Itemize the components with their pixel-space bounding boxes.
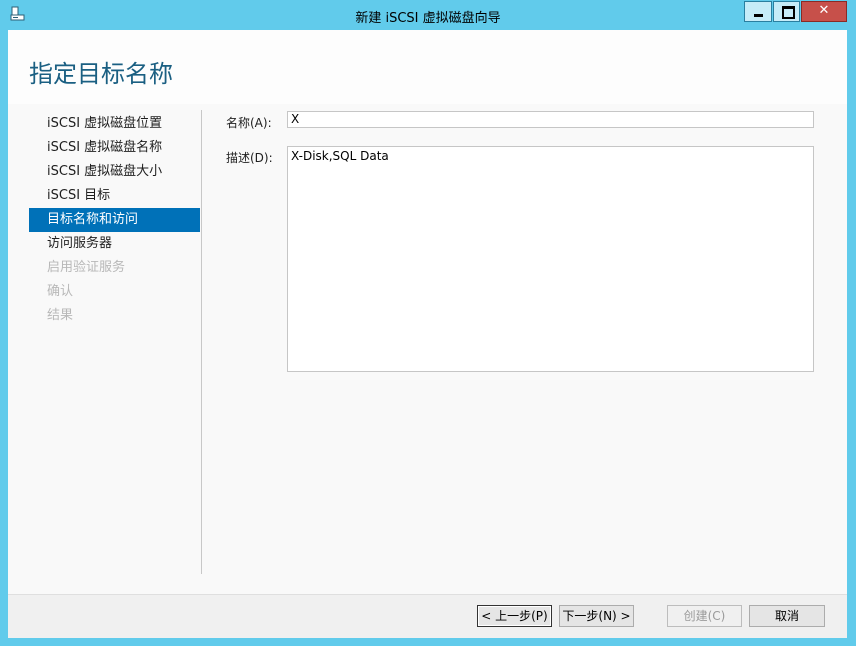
nav-item-enable-auth: 启用验证服务 [47, 260, 126, 275]
close-icon: ✕ [818, 3, 830, 18]
nav-item-virtual-disk-location[interactable]: iSCSI 虚拟磁盘位置 [29, 112, 200, 136]
nav-item-virtual-disk-size[interactable]: iSCSI 虚拟磁盘大小 [29, 160, 200, 184]
title-bar[interactable]: 新建 iSCSI 虚拟磁盘向导 ✕ [0, 0, 856, 30]
description-textarea[interactable]: X-Disk,SQL Data [287, 146, 814, 372]
back-button[interactable]: < 上一步(P) [477, 605, 552, 627]
minimize-icon [754, 14, 763, 17]
next-button[interactable]: 下一步(N) > [559, 605, 634, 627]
nav-item-iscsi-target[interactable]: iSCSI 目标 [29, 184, 200, 208]
nav-divider [201, 110, 202, 574]
maximize-button[interactable] [773, 1, 800, 22]
wizard-footer: < 上一步(P) 下一步(N) > 创建(C) 取消 [8, 595, 847, 638]
create-button: 创建(C) [667, 605, 742, 627]
nav-item-access-servers[interactable]: 访问服务器 [29, 232, 200, 256]
nav-item-virtual-disk-name[interactable]: iSCSI 虚拟磁盘名称 [29, 136, 200, 160]
window-title: 新建 iSCSI 虚拟磁盘向导 [355, 11, 501, 26]
name-label: 名称(A): [226, 116, 272, 130]
minimize-button[interactable] [744, 1, 772, 22]
nav-item-target-name-access[interactable]: 目标名称和访问 [29, 208, 200, 232]
wizard-header: 指定目标名称 [8, 30, 847, 104]
cancel-button[interactable]: 取消 [749, 605, 825, 627]
description-label: 描述(D): [226, 151, 273, 165]
nav-item-results: 结果 [47, 308, 74, 323]
maximize-icon [782, 6, 795, 19]
wizard-client-area: 指定目标名称 iSCSI 虚拟磁盘位置 iSCSI 虚拟磁盘名称 iSCSI 虚… [8, 30, 847, 638]
nav-item-confirmation: 确认 [47, 284, 74, 299]
wizard-step-nav: iSCSI 虚拟磁盘位置 iSCSI 虚拟磁盘名称 iSCSI 虚拟磁盘大小 i… [29, 112, 200, 328]
page-title: 指定目标名称 [29, 60, 173, 88]
name-input[interactable]: X [287, 111, 814, 128]
close-button[interactable]: ✕ [801, 1, 847, 22]
